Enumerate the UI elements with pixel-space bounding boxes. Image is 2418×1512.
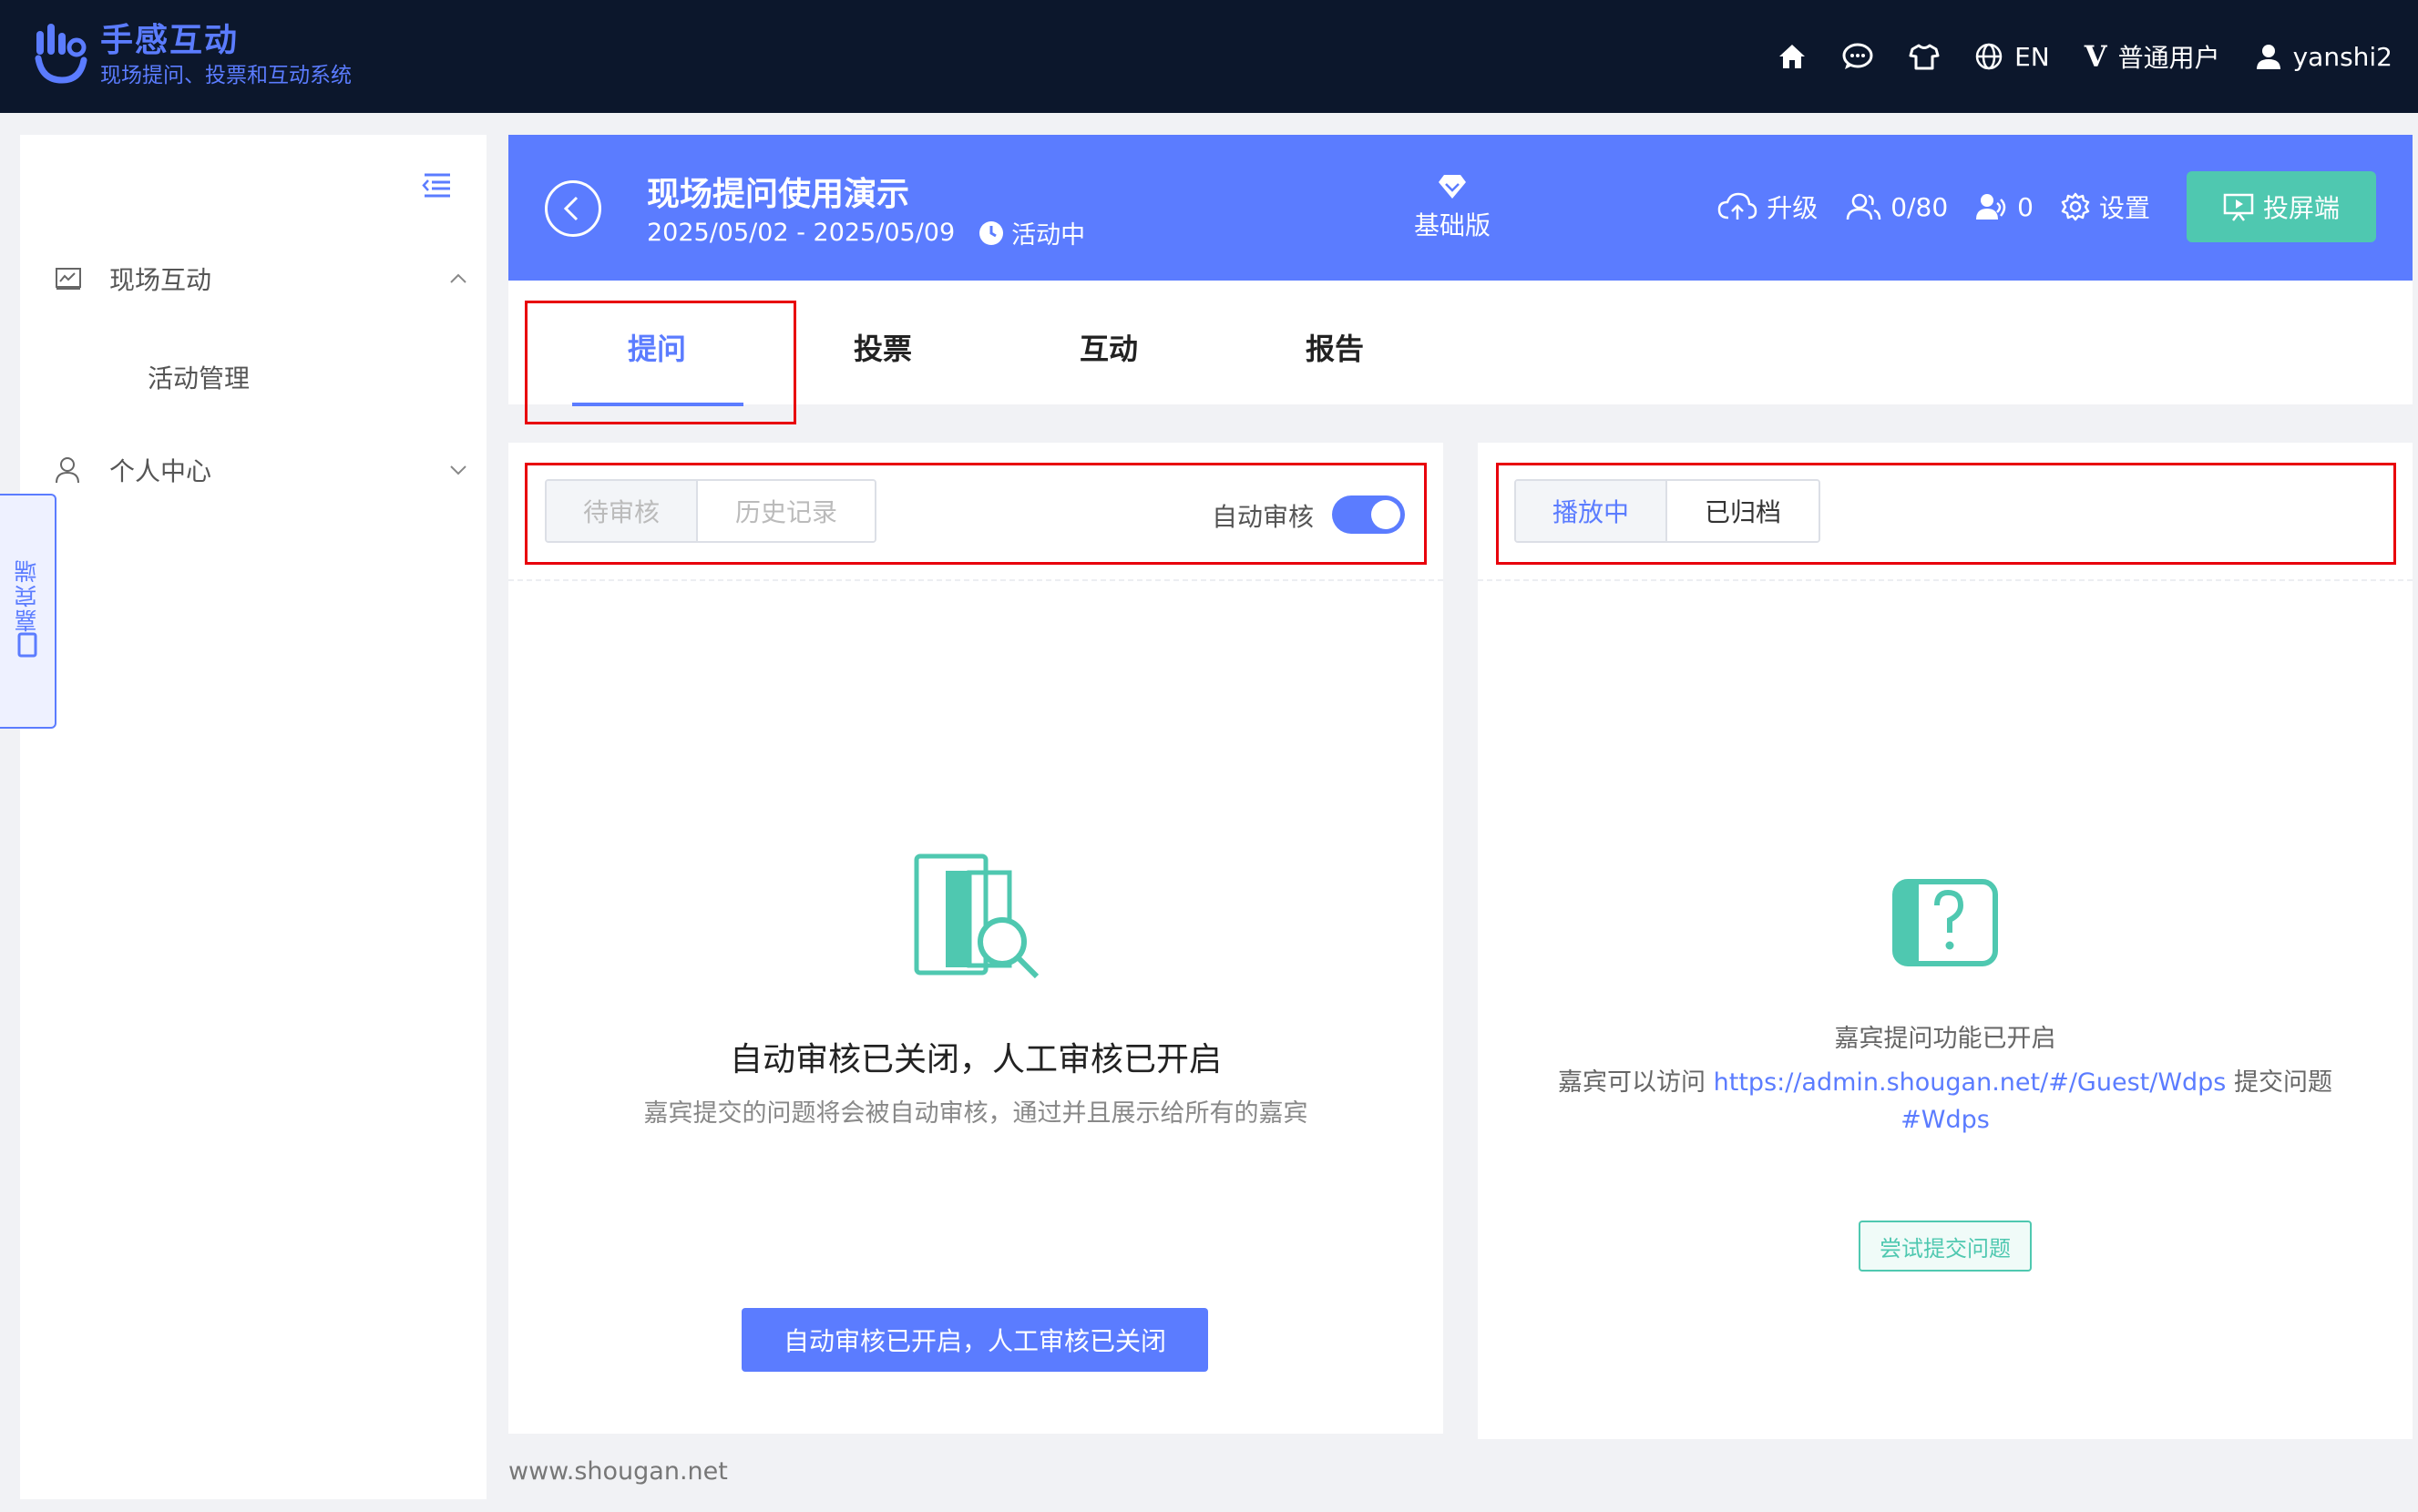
- brand-subtitle: 现场提问、投票和互动系统: [100, 64, 352, 87]
- shirt-icon: [1909, 44, 1940, 70]
- settings-button[interactable]: 设置: [2061, 189, 2150, 225]
- activity-meta: 2025/05/02 - 2025/05/09 活动中: [647, 215, 1085, 250]
- activity-title: 现场提问使用演示: [647, 176, 910, 213]
- gear-icon: [2061, 192, 2090, 221]
- participants-count[interactable]: 0/80: [1845, 192, 1948, 222]
- support-button[interactable]: [1841, 42, 1874, 71]
- chevron-left-icon: [563, 196, 579, 221]
- home-icon: [1779, 45, 1806, 68]
- guest-access-prefix: 嘉宾可以访问: [1558, 1068, 1706, 1097]
- plan-label: 基础版: [1414, 210, 1491, 240]
- activity-date-range: 2025/05/02 - 2025/05/09: [647, 219, 956, 247]
- sidebar-item-label: 现场互动: [109, 265, 212, 295]
- sidebar-item-personal-center[interactable]: 个人中心: [55, 452, 487, 488]
- language-label: EN: [2014, 41, 2050, 72]
- person-icon: [56, 457, 79, 484]
- diamond-icon: [1439, 175, 1466, 199]
- guest-tab-label: 嘉宾端: [14, 557, 40, 632]
- review-panel: 待审核 历史记录 自动审核 自动审核已关闭，人工审核已开启 嘉宾提交的问题将会被…: [508, 443, 1443, 1434]
- sidebar-item-live-interaction[interactable]: 现场互动: [55, 261, 487, 297]
- user-menu[interactable]: yanshi2: [2255, 42, 2392, 72]
- activity-header: 现场提问使用演示 2025/05/02 - 2025/05/09 活动中 基础版…: [508, 135, 2413, 281]
- activity-status-label: 活动中: [1011, 221, 1086, 250]
- brand-title: 手感互动: [100, 22, 240, 59]
- cloud-upload-icon: [1717, 192, 1757, 220]
- menu-collapse-icon[interactable]: [421, 171, 452, 199]
- question-mark-icon: [1892, 879, 1998, 966]
- review-empty-subtitle: 嘉宾提交的问题将会被自动审核，通过并且展示给所有的嘉宾: [643, 1099, 1308, 1128]
- chevron-up-icon: [450, 273, 466, 283]
- tab-report[interactable]: 报告: [1306, 326, 1364, 368]
- clock-icon: [979, 220, 1004, 245]
- highlight-box-questions: [1496, 463, 2396, 565]
- sidebar-item-activity-management[interactable]: 活动管理: [148, 359, 250, 395]
- switch-review-mode-button[interactable]: 自动审核已开启，人工审核已关闭: [742, 1308, 1208, 1372]
- top-nav: EN V 普通用户 yanshi2: [1743, 0, 2392, 113]
- home-button[interactable]: [1778, 43, 1807, 70]
- tab-interaction[interactable]: 互动: [1080, 326, 1138, 368]
- plan-badge[interactable]: 基础版: [1414, 173, 1491, 242]
- upgrade-button[interactable]: 升级: [1717, 189, 1818, 225]
- user-icon: [2256, 45, 2280, 69]
- footer-domain: www.shougan.net: [508, 1457, 728, 1486]
- questions-panel: 播放中 已归档 嘉宾提问功能已开启 嘉宾可以访问 https://admin.s…: [1478, 443, 2413, 1439]
- projector-button[interactable]: 投屏端: [2187, 171, 2376, 242]
- sidebar: 现场互动 活动管理 个人中心: [20, 135, 487, 1499]
- highlight-box-review: [525, 463, 1427, 565]
- guest-access-suffix: 提交问题: [2233, 1068, 2332, 1097]
- sidebar-item-label: 个人中心: [109, 456, 212, 486]
- user-role: 普通用户: [2117, 43, 2220, 73]
- participants-value: 0/80: [1890, 191, 1949, 222]
- guest-access-line: 嘉宾可以访问 https://admin.shougan.net/#/Guest…: [1478, 1062, 2413, 1098]
- activity-status: 活动中: [978, 215, 1085, 250]
- activity-actions: 升级 0/80 0 设置 投屏端: [1690, 171, 2376, 242]
- guest-side-tab[interactable]: 嘉宾端: [0, 494, 56, 729]
- back-button[interactable]: [545, 180, 601, 237]
- chevron-down-icon: [450, 465, 466, 475]
- online-value: 0: [2017, 191, 2034, 222]
- guest-url-link[interactable]: https://admin.shougan.net/#/Guest/Wdps: [1714, 1068, 2227, 1097]
- tab-voting[interactable]: 投票: [854, 326, 912, 368]
- user-level[interactable]: V 普通用户: [2085, 38, 2220, 75]
- try-submit-question-button[interactable]: 尝试提交问题: [1859, 1221, 2032, 1272]
- logo-hand-icon: [35, 24, 87, 84]
- chart-monitor-icon: [56, 268, 81, 290]
- document-search-icon: [914, 853, 1040, 979]
- highlight-box-tab: [525, 301, 796, 424]
- online-users-icon: [1976, 194, 2006, 220]
- tablet-icon: [17, 632, 37, 657]
- chat-support-icon: [1842, 43, 1873, 69]
- review-empty-title: 自动审核已关闭，人工审核已开启: [729, 1041, 1222, 1078]
- globe-icon: [1975, 43, 2003, 70]
- activity-code[interactable]: #Wdps: [1478, 1106, 2413, 1134]
- projector-label: 投屏端: [2262, 193, 2340, 223]
- username: yanshi2: [2292, 41, 2392, 72]
- top-bar: 手感互动 现场提问、投票和互动系统 EN V 普通用户 yanshi2: [0, 0, 2418, 113]
- brand[interactable]: 手感互动 现场提问、投票和互动系统: [35, 20, 352, 89]
- theme-button[interactable]: [1909, 43, 1940, 70]
- projector-screen-icon: [2223, 193, 2254, 221]
- upgrade-label: 升级: [1767, 193, 1819, 223]
- online-count[interactable]: 0: [1975, 192, 2034, 222]
- settings-label: 设置: [2098, 193, 2150, 223]
- language-switch[interactable]: EN: [1974, 42, 2050, 72]
- vip-mark-icon: V: [2084, 39, 2107, 74]
- guest-question-enabled: 嘉宾提问功能已开启: [1834, 1025, 2056, 1053]
- users-icon: [1847, 193, 1881, 220]
